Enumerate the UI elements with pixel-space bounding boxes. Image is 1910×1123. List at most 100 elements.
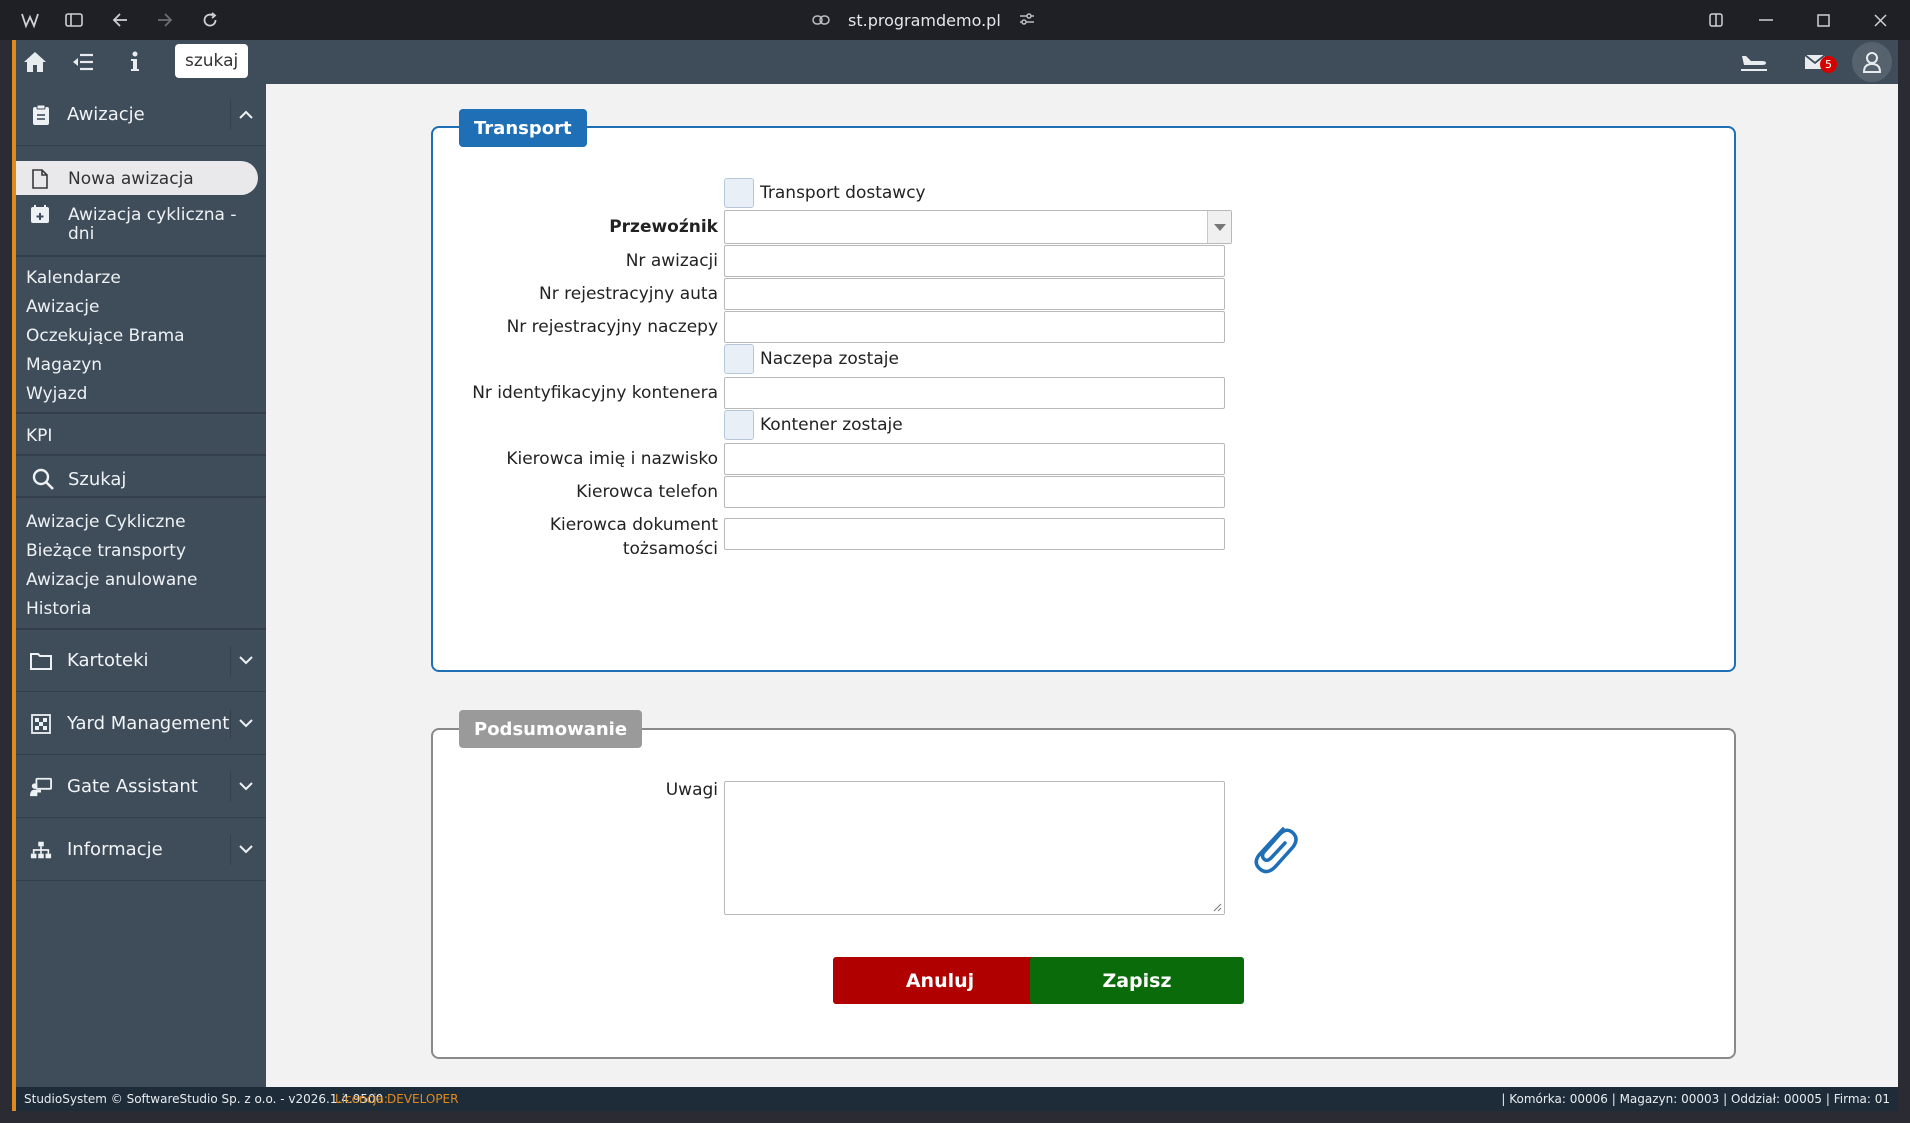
mail-count-badge: 5: [1820, 56, 1837, 73]
nr-awizacji-label: Nr awizacji: [625, 251, 718, 271]
mail-icon[interactable]: 5: [1801, 50, 1837, 74]
dropdown-arrow-icon[interactable]: [1207, 211, 1231, 243]
chevron-down-icon[interactable]: [230, 771, 260, 802]
menu-collapse-icon[interactable]: [70, 50, 96, 74]
kierowca-imie-input[interactable]: [724, 443, 1225, 475]
sidebar-item-kalendarze[interactable]: Kalendarze: [26, 268, 121, 288]
paperclip-icon[interactable]: [1247, 819, 1301, 881]
nr-rej-naczepy-label: Nr rejestracyjny naczepy: [506, 317, 718, 337]
transport-dostawcy-label: Transport dostawcy: [760, 183, 926, 203]
transport-dostawcy-checkbox[interactable]: [724, 178, 754, 208]
sidebar-item-awizacje-cykliczne[interactable]: Awizacje Cykliczne: [26, 512, 186, 532]
sidebar-section-label: Kartoteki: [67, 650, 149, 671]
close-icon[interactable]: [1868, 8, 1892, 32]
sidebar-section-awizacje[interactable]: Awizacje: [16, 84, 266, 146]
uwagi-textarea[interactable]: [724, 781, 1225, 915]
nr-rej-auta-input[interactable]: [724, 278, 1225, 310]
info-icon[interactable]: [122, 50, 148, 74]
sidebar-section-kartoteki[interactable]: Kartoteki: [16, 630, 266, 692]
clipboard-icon: [30, 104, 52, 126]
zapisz-button[interactable]: Zapisz: [1030, 957, 1244, 1004]
forward-icon[interactable]: [153, 8, 177, 32]
sidebar-item-oczekujace-brama[interactable]: Oczekujące Brama: [26, 326, 185, 346]
user-avatar-icon[interactable]: [1852, 42, 1892, 82]
chevron-down-icon[interactable]: [230, 834, 260, 865]
chevron-up-icon[interactable]: [230, 99, 260, 130]
nr-awizacji-input[interactable]: [724, 245, 1225, 277]
sidebar-item-kpi[interactable]: KPI: [26, 426, 52, 446]
minimize-icon[interactable]: [1754, 8, 1778, 32]
document-icon: [32, 169, 48, 193]
sidebar-item-nowa-awizacja[interactable]: Nowa awizacja: [68, 169, 194, 189]
nr-rej-auta-label: Nr rejestracyjny auta: [539, 284, 718, 304]
sidebar: Awizacje Nowa awizacja Awizacja cykliczn…: [16, 84, 266, 1087]
podsumowanie-legend: Podsumowanie: [459, 710, 643, 748]
link-icon: [812, 11, 830, 29]
anuluj-button[interactable]: Anuluj: [833, 957, 1047, 1004]
sidebar-divider: [16, 454, 266, 456]
app-window: szukaj 5 Awizacje Nowa awizacja Awizacja…: [12, 40, 1898, 1111]
presenter-icon: [30, 776, 52, 798]
kierowca-telefon-input[interactable]: [724, 476, 1225, 508]
kontener-zostaje-label: Kontener zostaje: [760, 415, 903, 435]
url-text: st.programdemo.pl: [848, 10, 1001, 30]
nr-kontenera-label: Nr identyfikacyjny kontenera: [472, 383, 718, 403]
nr-kontenera-input[interactable]: [724, 377, 1225, 409]
search-button[interactable]: szukaj: [175, 44, 249, 78]
sidebar-toggle-icon[interactable]: [62, 8, 86, 32]
sidebar-item-historia[interactable]: Historia: [26, 599, 92, 619]
przewoznik-label: Przewoźnik: [609, 217, 718, 237]
transport-fieldset: Transport Transport dostawcy Przewoźnik …: [431, 109, 1736, 672]
sidebar-section-gate-assistant[interactable]: Gate Assistant: [16, 756, 266, 818]
status-bar: StudioSystem © SoftwareStudio Sp. z o.o.…: [16, 1087, 1898, 1111]
resize-handle-icon[interactable]: [1212, 902, 1222, 912]
browser-chrome: st.programdemo.pl: [0, 0, 1910, 40]
przewoznik-select[interactable]: [724, 210, 1232, 244]
address-bar[interactable]: st.programdemo.pl: [812, 8, 1035, 32]
sidebar-section-yard-management[interactable]: Yard Management: [16, 693, 266, 755]
app-topbar: szukaj 5: [16, 40, 1898, 84]
kierowca-dokument-input[interactable]: [724, 518, 1225, 550]
sidebar-divider: [16, 255, 266, 257]
sidebar-item-wyjazd[interactable]: Wyjazd: [26, 384, 87, 404]
kierowca-dokument-label: Kierowca dokument: [549, 515, 718, 535]
home-icon[interactable]: [22, 50, 48, 74]
licencja-label: Licencja:: [335, 1092, 388, 1106]
kierowca-imie-label: Kierowca imię i nazwisko: [506, 449, 718, 469]
kontener-zostaje-checkbox[interactable]: [724, 410, 754, 440]
sidebar-item-awizacja-cykliczna[interactable]: Awizacja cykliczna - dni: [68, 206, 248, 244]
chevron-down-icon[interactable]: [230, 708, 260, 739]
nr-rej-naczepy-input[interactable]: [724, 311, 1225, 343]
sidebar-item-awizacje-anulowane[interactable]: Awizacje anulowane: [26, 570, 198, 590]
podsumowanie-fieldset: Podsumowanie Uwagi Anuluj Zapisz: [431, 710, 1736, 1059]
sidebar-section-label: Informacje: [67, 839, 163, 860]
uwagi-label: Uwagi: [665, 780, 718, 800]
status-context: | Komórka: 00006 | Magazyn: 00003 | Oddz…: [1501, 1092, 1890, 1106]
site-settings-icon[interactable]: [1019, 11, 1035, 30]
split-view-icon[interactable]: [1704, 8, 1728, 32]
kierowca-dokument-label-line2: tożsamości: [622, 539, 718, 559]
sidebar-item-szukaj[interactable]: Szukaj: [68, 469, 126, 490]
grid-checker-icon: [30, 713, 52, 735]
maximize-icon[interactable]: [1811, 8, 1835, 32]
sidebar-section-label: Gate Assistant: [67, 776, 198, 797]
naczepa-zostaje-checkbox[interactable]: [724, 344, 754, 374]
folder-icon: [30, 650, 52, 672]
reload-icon[interactable]: [198, 8, 222, 32]
copyright-text: StudioSystem © SoftwareStudio Sp. z o.o.…: [24, 1092, 384, 1106]
sidebar-divider: [16, 496, 266, 498]
sidebar-item-awizacje[interactable]: Awizacje: [26, 297, 99, 317]
naczepa-zostaje-label: Naczepa zostaje: [760, 349, 899, 369]
sidebar-divider: [16, 412, 266, 414]
sidebar-section-informacje[interactable]: Informacje: [16, 819, 266, 881]
sidebar-section-label: Awizacje: [67, 104, 145, 125]
chevron-down-icon[interactable]: [230, 645, 260, 676]
sidebar-item-magazyn[interactable]: Magazyn: [26, 355, 102, 375]
calendar-plus-icon: [30, 204, 50, 228]
transport-legend: Transport: [459, 109, 587, 147]
sitemap-icon: [30, 839, 52, 861]
arrivals-icon[interactable]: [1739, 50, 1769, 74]
sidebar-item-biezace-transporty[interactable]: Bieżące transporty: [26, 541, 186, 561]
back-icon[interactable]: [108, 8, 132, 32]
main-content: Transport Transport dostawcy Przewoźnik …: [266, 84, 1898, 1087]
